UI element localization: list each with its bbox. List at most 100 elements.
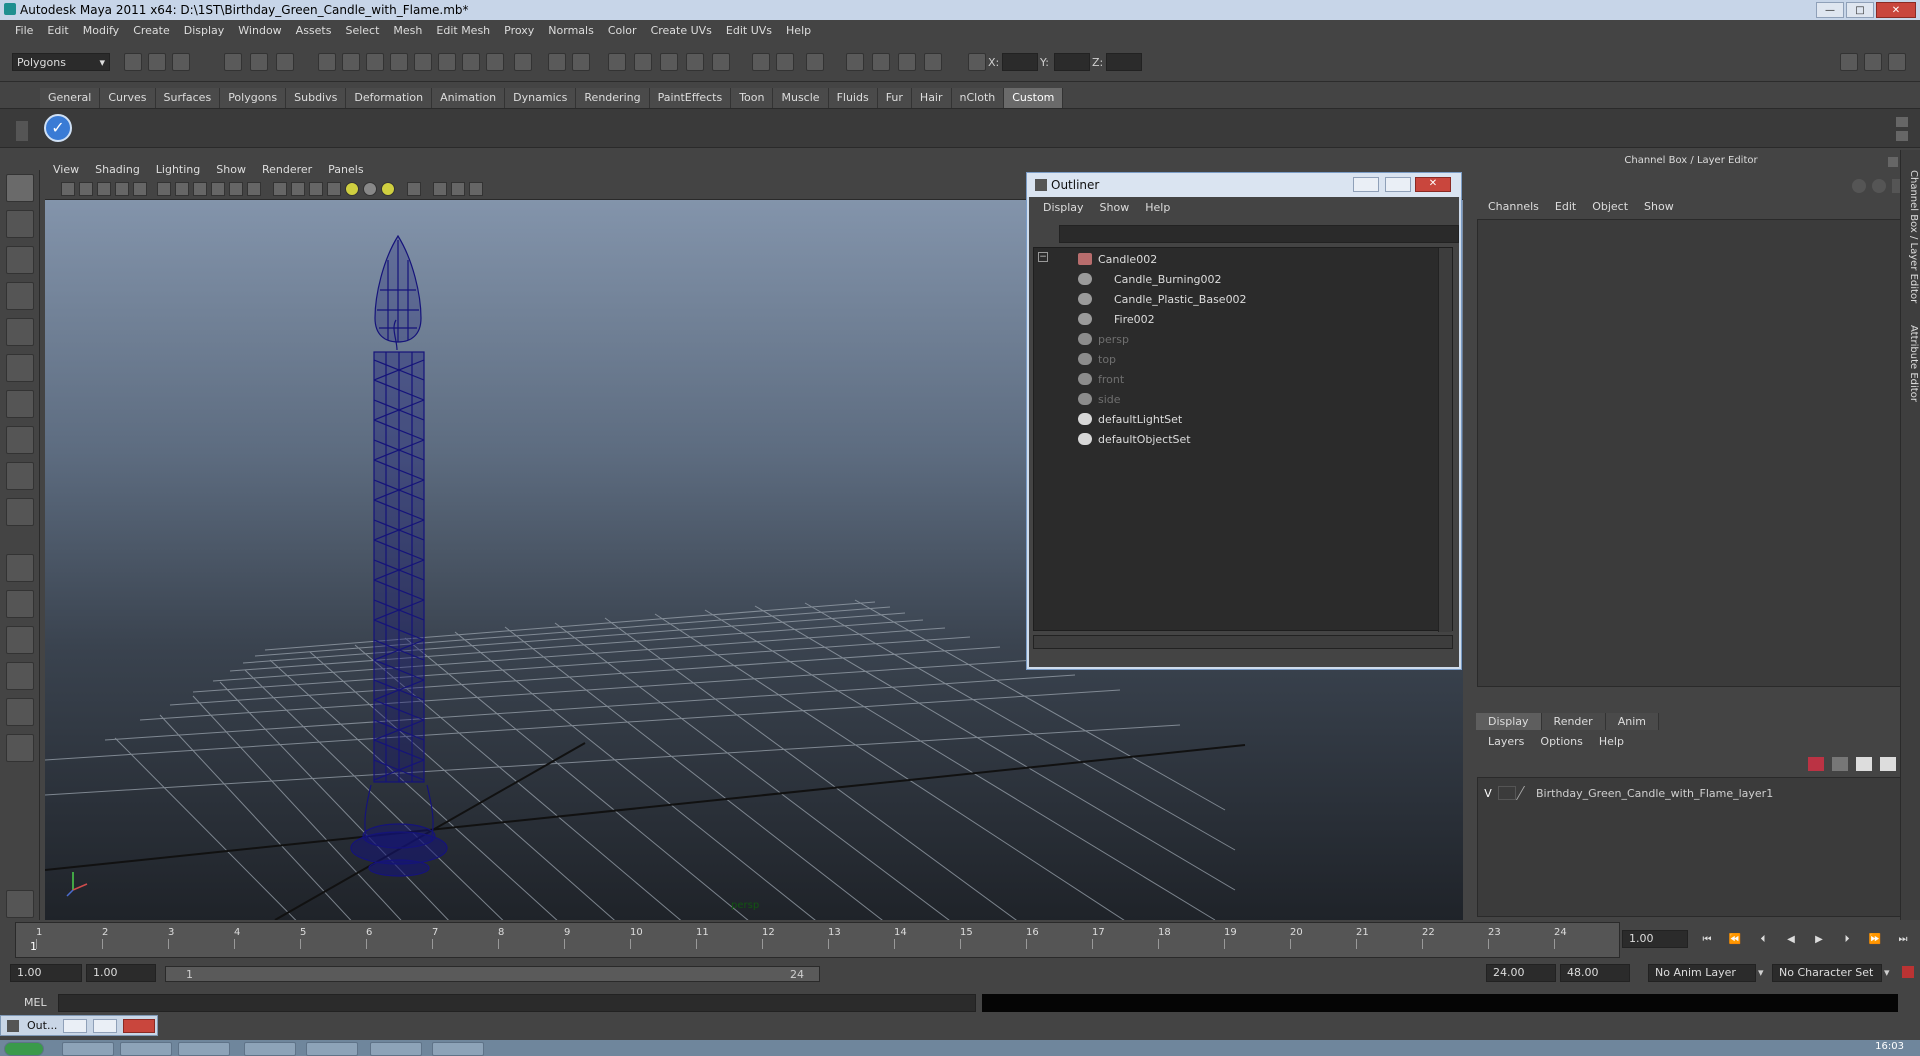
hypershade-icon[interactable] bbox=[924, 53, 942, 71]
checkmark-tool-icon[interactable]: ✓ bbox=[44, 114, 72, 142]
show-attribute-editor-icon[interactable] bbox=[1840, 53, 1858, 71]
menu-help[interactable]: Help bbox=[779, 24, 818, 37]
camera-select-icon[interactable] bbox=[61, 182, 75, 196]
select-hierarchy-icon[interactable] bbox=[224, 53, 242, 71]
outliner-maximize-button[interactable] bbox=[1385, 177, 1411, 192]
menu-create-uvs[interactable]: Create UVs bbox=[644, 24, 719, 37]
show-tool-settings-icon[interactable] bbox=[1864, 53, 1882, 71]
panel-menu-panels[interactable]: Panels bbox=[320, 163, 371, 176]
render-settings-icon[interactable] bbox=[898, 53, 916, 71]
shelf-tab-curves[interactable]: Curves bbox=[100, 88, 156, 108]
select-joints-icon[interactable] bbox=[342, 53, 360, 71]
shelf-tab-polygons[interactable]: Polygons bbox=[220, 88, 287, 108]
mel-label[interactable]: MEL bbox=[24, 996, 47, 1009]
show-menu[interactable]: Show bbox=[1636, 200, 1682, 213]
menu-normals[interactable]: Normals bbox=[541, 24, 601, 37]
select-handles-icon[interactable] bbox=[318, 53, 336, 71]
shelf-tab-toon[interactable]: Toon bbox=[731, 88, 774, 108]
outliner-item-side[interactable]: side bbox=[1078, 390, 1121, 408]
select-deformations-icon[interactable] bbox=[414, 53, 432, 71]
outliner-item-candle002[interactable]: Candle002 bbox=[1078, 250, 1157, 268]
animation-end-field[interactable]: 48.00 bbox=[1560, 964, 1630, 982]
range-slider[interactable]: 1 24 bbox=[165, 966, 820, 982]
new-scene-icon[interactable] bbox=[124, 53, 142, 71]
outliner-item-front[interactable]: front bbox=[1078, 370, 1124, 388]
layer-move-up-icon[interactable] bbox=[1856, 757, 1872, 771]
textured-icon[interactable] bbox=[327, 182, 341, 196]
panel-menu-lighting[interactable]: Lighting bbox=[148, 163, 208, 176]
tab-anim[interactable]: Anim bbox=[1605, 713, 1659, 730]
manipulator-tool-icon[interactable] bbox=[6, 390, 34, 418]
outliner-item-candle-plastic-base002[interactable]: Candle_Plastic_Base002 bbox=[1078, 290, 1247, 308]
outliner-menu-display[interactable]: Display bbox=[1035, 201, 1092, 214]
shelf-tab-deformation[interactable]: Deformation bbox=[346, 88, 433, 108]
lasso-tool-icon[interactable] bbox=[6, 210, 34, 238]
outliner-horizontal-scrollbar[interactable] bbox=[1033, 635, 1453, 649]
step-back-frame-icon[interactable]: ⏪ bbox=[1728, 934, 1742, 946]
shelf-tab-general[interactable]: General bbox=[40, 88, 101, 108]
options-menu[interactable]: Options bbox=[1532, 735, 1590, 748]
layer-color-swatch[interactable] bbox=[1515, 786, 1535, 800]
maximize-button[interactable] bbox=[93, 1019, 117, 1033]
field-chart-icon[interactable] bbox=[211, 182, 225, 196]
smooth-shading-icon[interactable] bbox=[291, 182, 305, 196]
layer-row[interactable]: V Birthday_Green_Candle_with_Flame_layer… bbox=[1478, 784, 1903, 802]
outliner-item-candle-burning002[interactable]: Candle_Burning002 bbox=[1078, 270, 1222, 288]
candle-wireframe[interactable] bbox=[350, 234, 448, 877]
shelf-tab-ncloth[interactable]: nCloth bbox=[951, 88, 1005, 108]
taskbar-maya-icon[interactable] bbox=[370, 1042, 422, 1056]
menu-edit[interactable]: Edit bbox=[40, 24, 75, 37]
mel-input[interactable] bbox=[58, 994, 976, 1012]
close-button[interactable]: ✕ bbox=[1876, 2, 1916, 18]
select-dynamics-icon[interactable] bbox=[438, 53, 456, 71]
attribute-mode-icon[interactable] bbox=[1872, 179, 1886, 193]
taskbar-chrome-icon[interactable] bbox=[62, 1042, 114, 1056]
layers-menu[interactable]: Layers bbox=[1480, 735, 1532, 748]
shelf-tab-painteffects[interactable]: PaintEffects bbox=[649, 88, 732, 108]
make-live-icon[interactable] bbox=[712, 53, 730, 71]
select-tool-icon[interactable] bbox=[6, 174, 34, 202]
hud-icon[interactable] bbox=[469, 182, 483, 196]
current-time-field[interactable]: 1.00 bbox=[1622, 930, 1688, 948]
outliner-filter-field[interactable] bbox=[1059, 225, 1459, 243]
graph-editor-layout-icon[interactable] bbox=[6, 734, 34, 762]
playback-start-field[interactable]: 1.00 bbox=[86, 964, 156, 982]
step-forward-frame-icon[interactable]: ⏩ bbox=[1868, 934, 1882, 946]
shelf-tab-rendering[interactable]: Rendering bbox=[576, 88, 650, 108]
menu-file[interactable]: File bbox=[8, 24, 40, 37]
step-forward-key-icon[interactable]: ⏵ bbox=[1840, 934, 1854, 946]
render-current-icon[interactable] bbox=[846, 53, 864, 71]
restore-button[interactable] bbox=[63, 1019, 87, 1033]
panel-menu-show[interactable]: Show bbox=[208, 163, 254, 176]
all-lights-icon[interactable] bbox=[363, 182, 377, 196]
image-plane-icon[interactable] bbox=[115, 182, 129, 196]
menu-proxy[interactable]: Proxy bbox=[497, 24, 541, 37]
menu-edit-mesh[interactable]: Edit Mesh bbox=[429, 24, 497, 37]
show-manipulator-icon[interactable] bbox=[6, 462, 34, 490]
animation-start-field[interactable]: 1.00 bbox=[10, 964, 82, 982]
x-field[interactable] bbox=[1002, 53, 1038, 71]
menu-color[interactable]: Color bbox=[601, 24, 644, 37]
outliner-title-bar[interactable]: Outliner ✕ bbox=[1027, 173, 1461, 197]
quick-layout-icon[interactable] bbox=[6, 890, 34, 918]
wireframe-shading-icon[interactable] bbox=[273, 182, 287, 196]
snap-grid-icon[interactable] bbox=[608, 53, 626, 71]
menu-mesh[interactable]: Mesh bbox=[386, 24, 429, 37]
menu-window[interactable]: Window bbox=[231, 24, 288, 37]
single-perspective-layout-icon[interactable] bbox=[6, 554, 34, 582]
input-output-icon[interactable] bbox=[752, 53, 770, 71]
outliner-item-top[interactable]: top bbox=[1078, 350, 1116, 368]
move-tool-icon[interactable] bbox=[6, 282, 34, 310]
shelf-tab-fluids[interactable]: Fluids bbox=[828, 88, 878, 108]
menu-select[interactable]: Select bbox=[338, 24, 386, 37]
close-button[interactable] bbox=[123, 1019, 155, 1033]
select-object-icon[interactable] bbox=[250, 53, 268, 71]
hypershade-layout-icon[interactable] bbox=[6, 698, 34, 726]
menu-edit-uvs[interactable]: Edit UVs bbox=[719, 24, 779, 37]
shelf-tab-fur[interactable]: Fur bbox=[877, 88, 912, 108]
outliner-minimize-button[interactable] bbox=[1353, 177, 1379, 192]
panel-menu-shading[interactable]: Shading bbox=[87, 163, 148, 176]
taskbar-app-icon[interactable] bbox=[178, 1042, 230, 1056]
grid-toggle-icon[interactable] bbox=[133, 182, 147, 196]
collapse-toggle-icon[interactable]: − bbox=[1038, 252, 1048, 262]
